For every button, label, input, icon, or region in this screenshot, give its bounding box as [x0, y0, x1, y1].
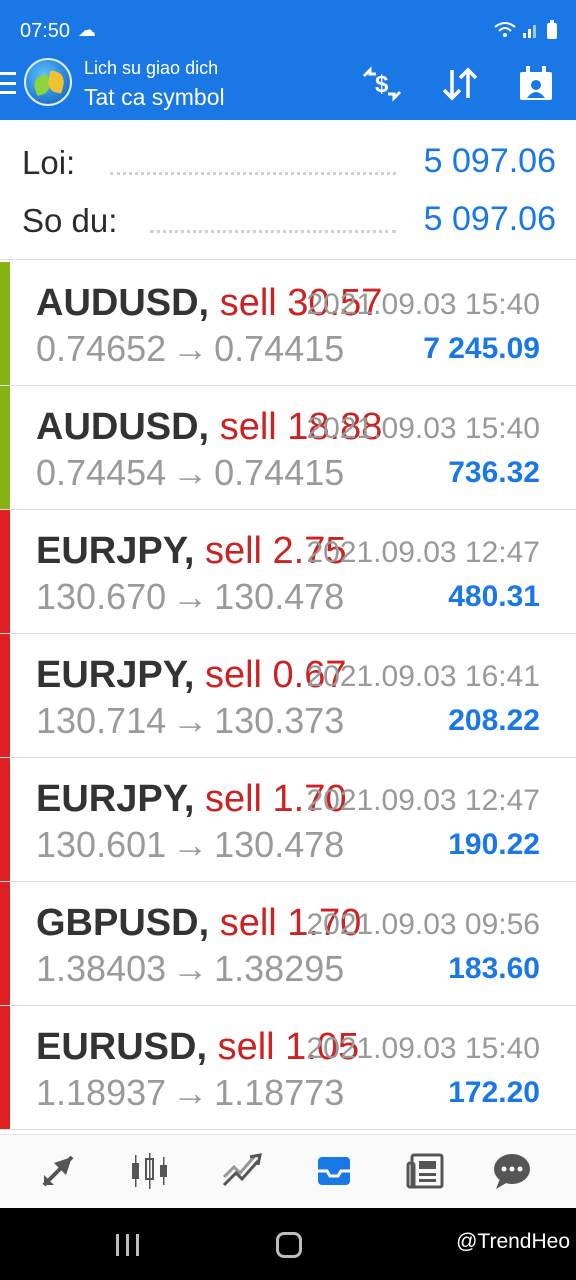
deal-open-price: 130.601 — [36, 824, 167, 865]
deal-row[interactable]: GBPUSD, sell 1.70 2021.09.03 09:56 1.384… — [0, 882, 576, 1006]
deal-open-price: 130.670 — [36, 576, 167, 617]
deal-open-price: 0.74454 — [36, 452, 167, 493]
deal-color-bar — [0, 510, 10, 633]
deal-close-price: 130.478 — [214, 576, 345, 617]
deal-date: 2021.09.03 16:41 — [306, 660, 540, 693]
deal-date: 2021.09.03 15:40 — [306, 412, 540, 445]
deal-close-price: 0.74415 — [214, 452, 345, 493]
sort-icon[interactable] — [436, 64, 484, 104]
status-bar: 07:50 ☁ — [0, 0, 576, 52]
deal-row[interactable]: EURJPY, sell 1.70 2021.09.03 12:47 130.6… — [0, 758, 576, 882]
deal-row[interactable]: EURJPY, sell 2.75 2021.09.03 12:47 130.6… — [0, 510, 576, 634]
arrow-right-icon: → — [172, 1072, 209, 1113]
deal-row[interactable]: EURUSD, sell 1.05 2021.09.03 15:40 1.189… — [0, 1006, 576, 1130]
deals-list: AUDUSD, sell 30.57 2021.09.03 15:40 0.74… — [0, 262, 576, 1130]
signal-icon — [523, 25, 536, 38]
arrow-right-icon: → — [172, 328, 209, 369]
deal-symbol: EURJPY, — [36, 778, 195, 820]
profit-label: Loi: — [22, 144, 76, 181]
battery-icon — [547, 20, 557, 39]
chat-icon[interactable] — [488, 1149, 536, 1193]
calendar-icon[interactable] — [516, 64, 556, 104]
deal-open-price: 1.18937 — [36, 1072, 167, 1113]
deal-date: 2021.09.03 15:40 — [306, 1032, 540, 1065]
deal-color-bar — [0, 386, 10, 509]
currency-exchange-icon[interactable]: $ — [358, 64, 406, 104]
deal-profit: 183.60 — [448, 952, 540, 985]
deal-symbol: GBPUSD, — [36, 902, 210, 944]
deal-open-price: 0.74652 — [36, 328, 167, 369]
deal-color-bar — [0, 634, 10, 757]
wifi-icon — [494, 22, 516, 37]
deal-profit: 7 245.09 — [423, 332, 540, 365]
deal-profit: 172.20 — [448, 1076, 540, 1109]
deal-profit: 190.22 — [448, 828, 540, 861]
balance-row: So du: 5 097.06 — [20, 194, 556, 244]
menu-icon[interactable] — [0, 68, 16, 98]
deal-open-price: 1.38403 — [36, 948, 167, 989]
deal-close-price: 1.38295 — [214, 948, 345, 989]
profit-row: Loi: 5 097.06 — [20, 136, 556, 186]
history-icon[interactable] — [310, 1149, 358, 1193]
deal-row[interactable]: AUDUSD, sell 18.88 2021.09.03 15:40 0.74… — [0, 386, 576, 510]
deal-date: 2021.09.03 12:47 — [306, 536, 540, 569]
deal-symbol: EURJPY, — [36, 530, 195, 572]
deal-profit: 736.32 — [448, 456, 540, 489]
deal-close-price: 1.18773 — [214, 1072, 345, 1113]
deal-date: 2021.09.03 09:56 — [306, 908, 540, 941]
balance-label: So du: — [22, 202, 118, 239]
sun-cloud-icon: ☁ — [78, 20, 96, 40]
summary-panel: Loi: 5 097.06 So du: 5 097.06 — [0, 120, 576, 260]
recents-icon[interactable] — [116, 1234, 139, 1256]
arrow-right-icon: → — [172, 700, 209, 741]
deal-symbol: AUDUSD, — [36, 282, 210, 324]
chart-candles-icon[interactable] — [126, 1149, 174, 1193]
arrow-right-icon: → — [172, 452, 209, 493]
deal-close-price: 130.478 — [214, 824, 345, 865]
deal-profit: 480.31 — [448, 580, 540, 613]
home-icon[interactable] — [276, 1232, 302, 1258]
status-icons — [494, 20, 558, 40]
deal-symbol: AUDUSD, — [36, 406, 210, 448]
watermark: @TrendHeo — [456, 1230, 570, 1253]
deal-close-price: 130.373 — [214, 700, 345, 741]
deal-color-bar — [0, 758, 10, 881]
deal-symbol: EURJPY, — [36, 654, 195, 696]
app-bar-title[interactable]: Tat ca symbol — [84, 84, 225, 111]
arrow-right-icon: → — [172, 948, 209, 989]
deal-color-bar — [0, 1006, 10, 1129]
balance-value: 5 097.06 — [423, 200, 556, 238]
deal-color-bar — [0, 882, 10, 1005]
quotes-icon[interactable] — [34, 1149, 82, 1193]
dotted-leader — [150, 230, 396, 233]
deal-open-price: 130.714 — [36, 700, 167, 741]
svg-text:$: $ — [375, 71, 389, 98]
app-bar: Lich su giao dich Tat ca symbol $ — [0, 52, 576, 120]
news-icon[interactable] — [402, 1149, 450, 1193]
deal-symbol: EURUSD, — [36, 1026, 208, 1068]
status-time: 07:50 — [20, 20, 71, 42]
deal-color-bar — [0, 262, 10, 385]
dotted-leader — [110, 172, 396, 175]
deal-row[interactable]: AUDUSD, sell 30.57 2021.09.03 15:40 0.74… — [0, 262, 576, 386]
deal-date: 2021.09.03 15:40 — [306, 288, 540, 321]
arrow-right-icon: → — [172, 824, 209, 865]
arrow-right-icon: → — [172, 576, 209, 617]
deal-row[interactable]: EURJPY, sell 0.67 2021.09.03 16:41 130.7… — [0, 634, 576, 758]
deal-profit: 208.22 — [448, 704, 540, 737]
app-logo — [24, 58, 72, 106]
system-navigation-bar: @TrendHeo — [0, 1208, 576, 1280]
profit-value: 5 097.06 — [423, 142, 556, 180]
top-bar: 07:50 ☁ Lich su giao dich Tat ca symbol … — [0, 0, 576, 120]
deal-date: 2021.09.03 12:47 — [306, 784, 540, 817]
trade-icon[interactable] — [218, 1149, 266, 1193]
deal-close-price: 0.74415 — [214, 328, 345, 369]
bottom-navigation — [0, 1134, 576, 1208]
app-bar-subtitle: Lich su giao dich — [84, 58, 219, 78]
